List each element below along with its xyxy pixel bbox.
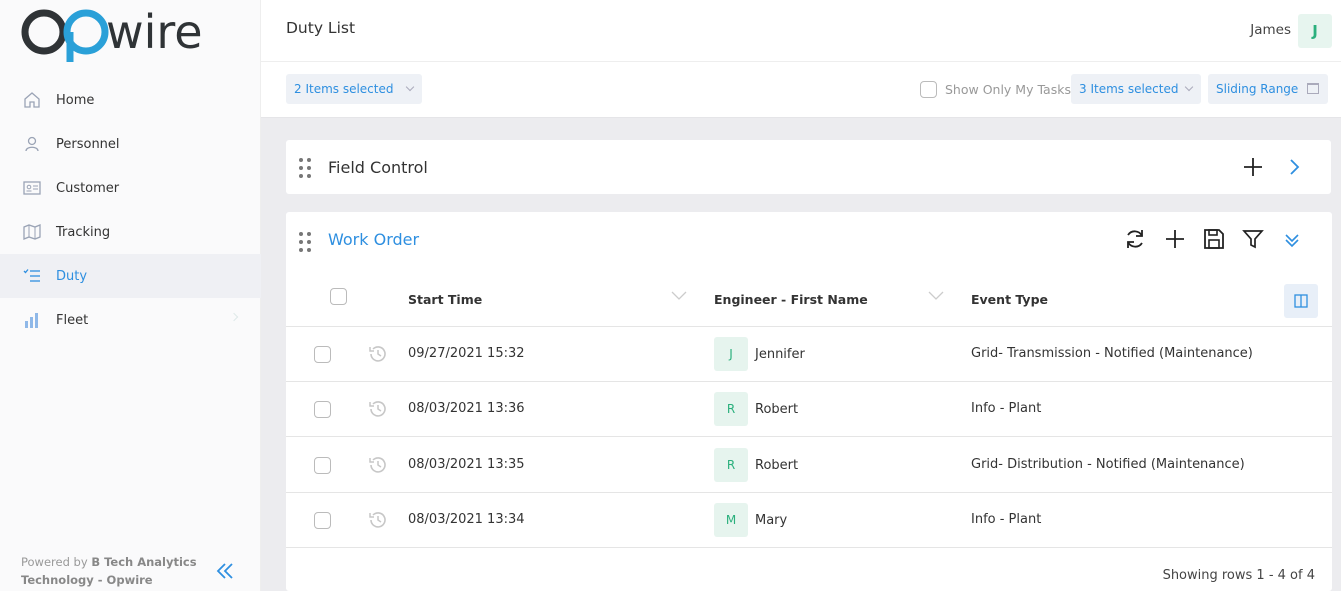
field-control-panel: Field Control (286, 140, 1331, 194)
sidebar-item-fleet[interactable]: Fleet (0, 298, 261, 342)
chevron-right-icon (229, 312, 239, 322)
user-name[interactable]: James (1250, 22, 1291, 38)
avatar: R (714, 448, 748, 482)
start-time-cell: 08/03/2021 13:34 (408, 512, 525, 527)
engineer-cell: Mary (755, 513, 788, 528)
save-icon[interactable] (1202, 227, 1226, 251)
avatar[interactable]: J (1298, 14, 1332, 48)
map-icon (22, 222, 42, 242)
sidebar-nav: Home Personnel Customer Tracking Duty Fl… (0, 78, 261, 342)
history-icon[interactable] (367, 454, 389, 476)
avatar: J (714, 337, 748, 371)
group-select-value: 2 Items selected (294, 82, 394, 96)
sort-icon[interactable] (671, 291, 687, 301)
date-range-select[interactable]: Sliding Range (1208, 74, 1328, 104)
column-header-engineer[interactable]: Engineer - First Name (714, 292, 868, 307)
filter-icon[interactable] (1241, 227, 1265, 251)
start-time-cell: 08/03/2021 13:36 (408, 401, 525, 416)
table-header: Start Time Engineer - First Name Event T… (286, 272, 1332, 327)
calendar-icon (1307, 83, 1319, 94)
row-checkbox[interactable] (314, 457, 331, 474)
person-icon (22, 134, 42, 154)
chevron-right-icon[interactable] (1283, 155, 1307, 179)
status-select-value: 3 Items selected (1079, 82, 1179, 96)
chevron-down-double-icon[interactable] (1280, 229, 1304, 253)
sidebar-item-label: Customer (56, 180, 120, 196)
show-only-my-tasks-checkbox[interactable]: Show Only My Tasks (920, 81, 1071, 98)
add-icon[interactable] (1163, 227, 1187, 251)
opwire-logo[interactable]: wire (20, 2, 210, 62)
column-chooser-button[interactable] (1284, 284, 1318, 318)
history-icon[interactable] (367, 343, 389, 365)
id-card-icon (22, 178, 42, 198)
avatar: M (714, 503, 748, 537)
sidebar-item-tracking[interactable]: Tracking (0, 210, 261, 254)
row-checkbox[interactable] (314, 512, 331, 529)
powered-prefix: Powered by (21, 555, 92, 569)
svg-text:wire: wire (106, 5, 203, 59)
sidebar-item-label: Home (56, 92, 95, 108)
sidebar: wire Home Personnel Customer Tracking Du… (0, 0, 261, 591)
event-type-cell: Info - Plant (971, 512, 1042, 527)
checkbox-box[interactable] (920, 81, 937, 98)
table-row[interactable]: 08/03/2021 13:34 M Mary Info - Plant (286, 493, 1332, 548)
row-checkbox[interactable] (314, 401, 331, 418)
history-icon[interactable] (367, 509, 389, 531)
panel-title[interactable]: Work Order (328, 230, 419, 249)
chevron-down-icon (1184, 82, 1194, 92)
sidebar-item-label: Fleet (56, 312, 89, 328)
table-row[interactable]: 09/27/2021 15:32 J Jennifer Grid- Transm… (286, 327, 1332, 382)
pagination-summary: Showing rows 1 - 4 of 4 (1162, 568, 1315, 583)
add-icon[interactable] (1241, 155, 1265, 179)
table-row[interactable]: 08/03/2021 13:35 R Robert Grid- Distribu… (286, 438, 1332, 493)
sidebar-item-duty[interactable]: Duty (0, 254, 261, 298)
top-header: Duty List James J (261, 0, 1341, 62)
sidebar-item-customer[interactable]: Customer (0, 166, 261, 210)
sidebar-item-label: Tracking (56, 224, 111, 240)
row-checkbox[interactable] (314, 346, 331, 363)
refresh-icon[interactable] (1123, 227, 1147, 251)
select-all-checkbox[interactable] (330, 288, 347, 305)
panel-title: Field Control (328, 158, 428, 177)
event-type-cell: Grid- Transmission - Notified (Maintenan… (971, 346, 1253, 361)
bar-chart-icon (22, 310, 42, 330)
show-only-my-tasks-label: Show Only My Tasks (945, 82, 1071, 97)
columns-icon (1294, 294, 1308, 308)
filter-bar: 2 Items selected Show Only My Tasks 3 It… (261, 62, 1341, 118)
column-header-start-time[interactable]: Start Time (408, 292, 482, 307)
sidebar-item-personnel[interactable]: Personnel (0, 122, 261, 166)
engineer-cell: Robert (755, 402, 799, 417)
drag-handle-icon[interactable] (299, 158, 313, 178)
chevron-down-icon (405, 82, 415, 92)
start-time-cell: 08/03/2021 13:35 (408, 457, 525, 472)
table-row[interactable]: 08/03/2021 13:36 R Robert Info - Plant (286, 382, 1332, 437)
checklist-icon (22, 266, 42, 286)
status-select[interactable]: 3 Items selected (1071, 74, 1201, 104)
start-time-cell: 09/27/2021 15:32 (408, 346, 525, 361)
sort-icon[interactable] (928, 291, 944, 301)
engineer-cell: Jennifer (755, 347, 805, 362)
event-type-cell: Info - Plant (971, 401, 1042, 416)
sidebar-item-label: Personnel (56, 136, 120, 152)
event-type-cell: Grid- Distribution - Notified (Maintenan… (971, 457, 1245, 472)
collapse-sidebar-icon[interactable] (214, 560, 238, 582)
sidebar-item-home[interactable]: Home (0, 78, 261, 122)
avatar: R (714, 392, 748, 426)
page-title: Duty List (286, 19, 356, 37)
group-select[interactable]: 2 Items selected (286, 74, 422, 104)
date-range-value: Sliding Range (1216, 82, 1299, 96)
drag-handle-icon[interactable] (299, 232, 313, 252)
engineer-cell: Robert (755, 458, 799, 473)
column-header-event-type[interactable]: Event Type (971, 292, 1048, 307)
history-icon[interactable] (367, 398, 389, 420)
work-order-panel: Work Order Start Time Engineer - First N… (286, 212, 1332, 591)
home-icon (22, 90, 42, 110)
sidebar-item-label: Duty (56, 268, 88, 284)
